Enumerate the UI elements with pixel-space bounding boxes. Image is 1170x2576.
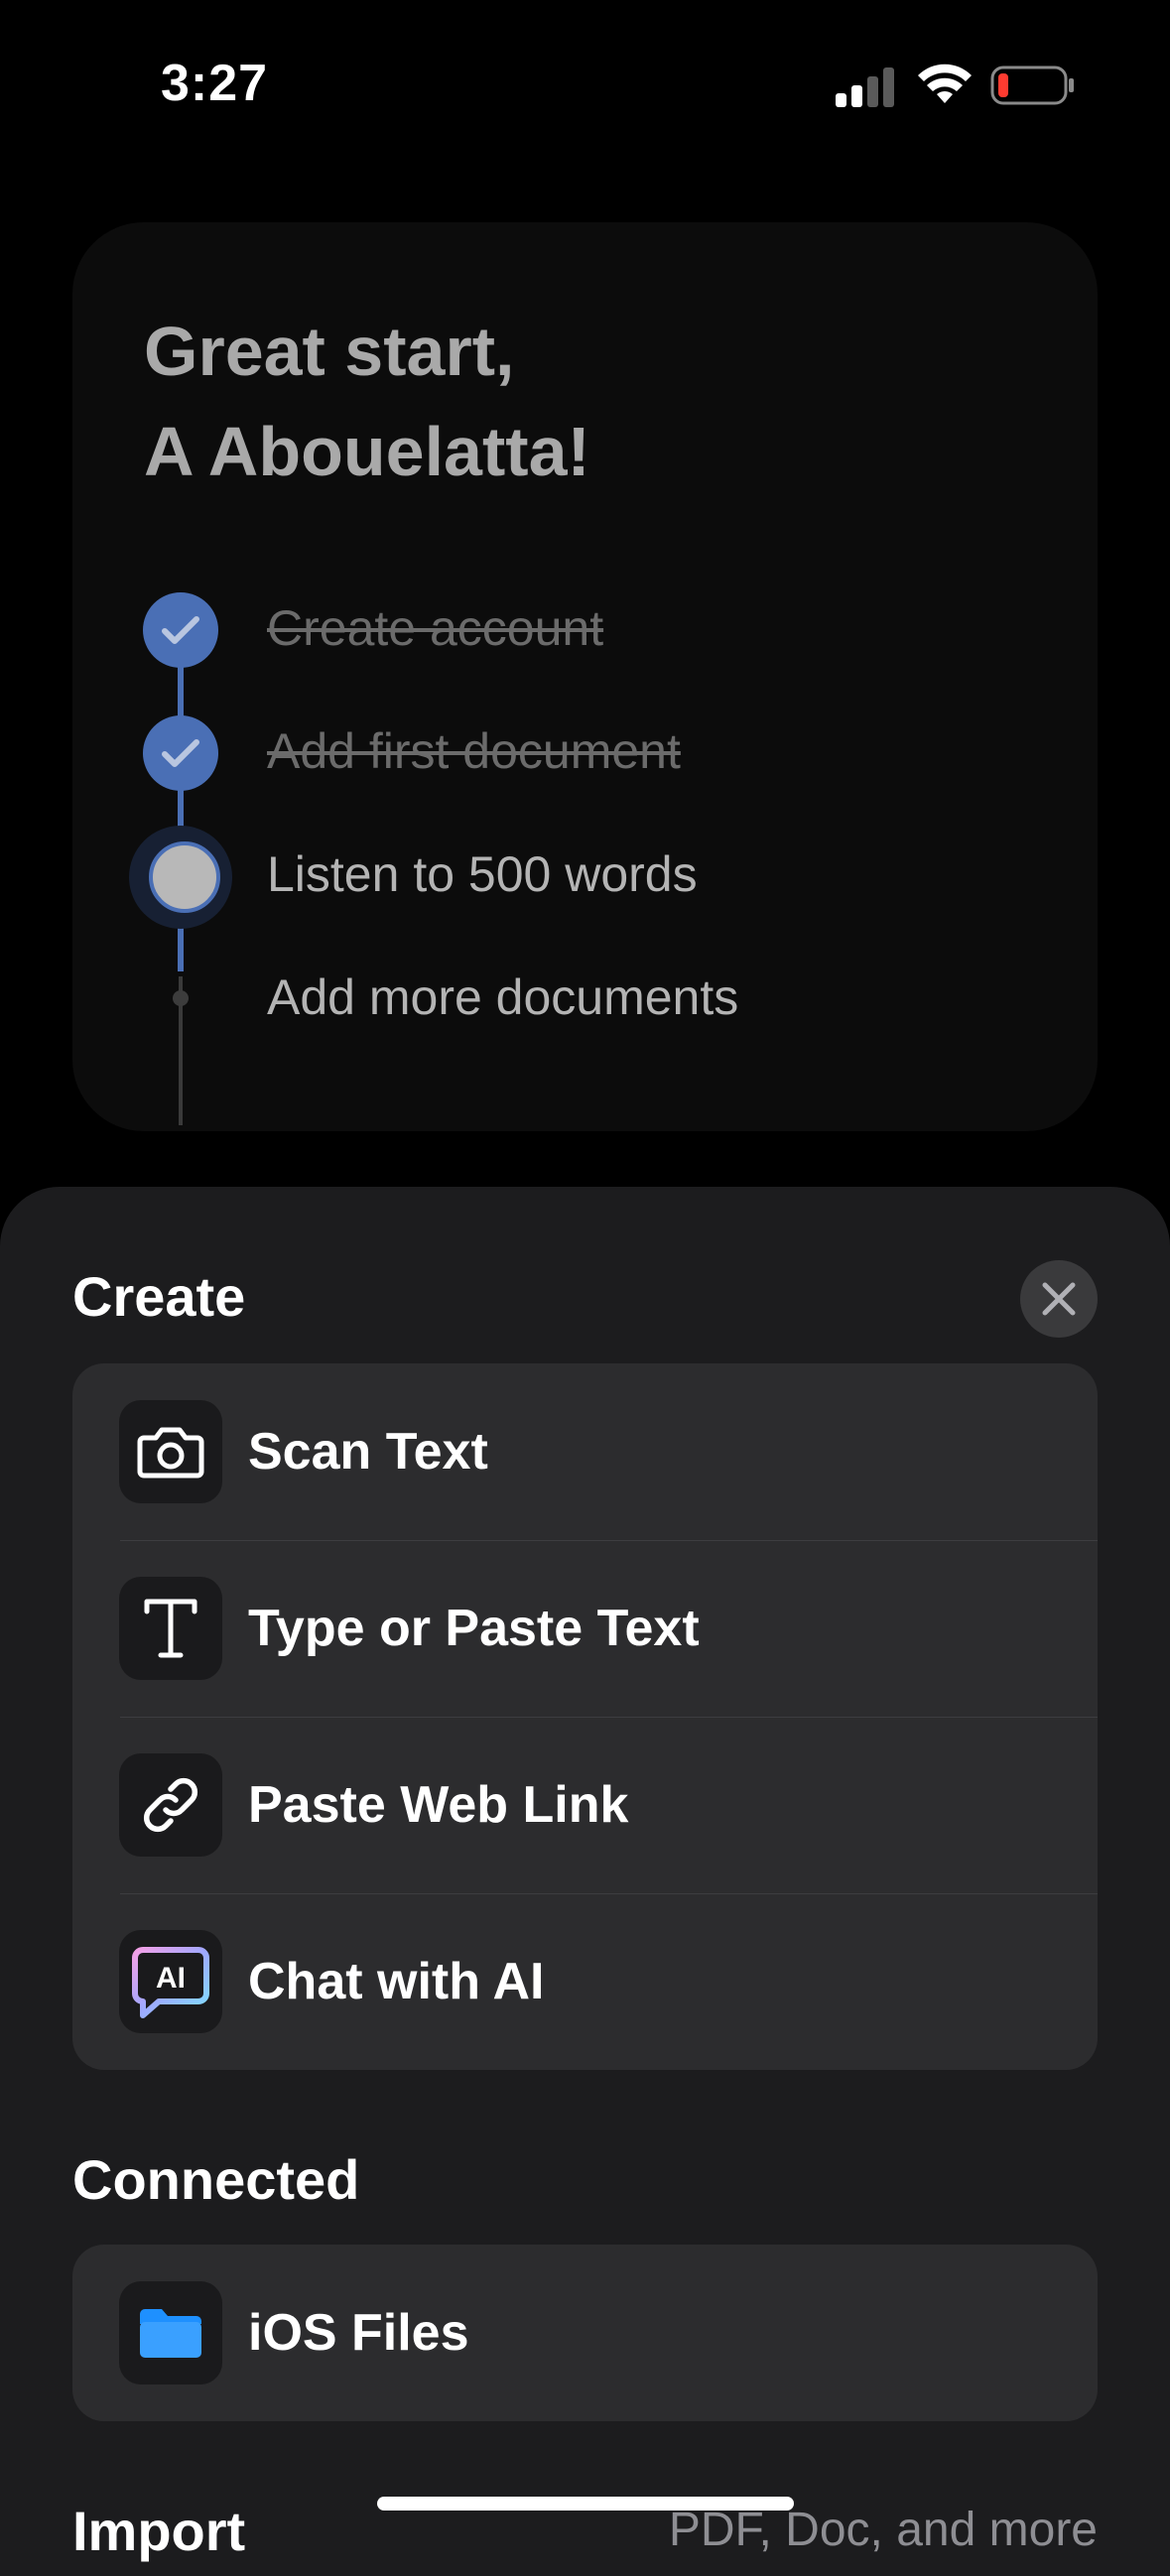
cellular-signal-icon	[836, 67, 894, 107]
type-or-paste-text-label: Type or Paste Text	[248, 1600, 700, 1657]
step-label-add-more-documents: Add more documents	[267, 969, 739, 1025]
home-indicator[interactable]	[377, 2497, 794, 2511]
text-t-icon	[119, 1577, 222, 1680]
onboarding-progress-card: Great start, A Abouelatta! Create accoun…	[72, 222, 1098, 1131]
create-section-title: Create	[72, 1265, 246, 1328]
status-time: 3:27	[161, 55, 269, 112]
step-label-listen-500-words: Listen to 500 words	[267, 846, 698, 902]
status-icons	[834, 62, 1082, 111]
create-bottom-sheet: Create Scan Text Type or Paste Text Past…	[0, 1187, 1170, 2576]
close-button[interactable]	[1020, 1260, 1098, 1338]
import-section-subtitle: PDF, Doc, and more	[668, 2504, 1098, 2556]
link-icon	[119, 1753, 222, 1857]
paste-web-link-button[interactable]: Paste Web Link	[72, 1717, 1098, 1893]
ios-files-button[interactable]: iOS Files	[72, 2245, 1098, 2421]
step-complete-icon	[143, 715, 218, 791]
onboarding-steps: Create account Add first document Listen…	[72, 222, 1098, 1131]
wifi-icon	[918, 64, 972, 103]
step-label-add-first-document: Add first document	[267, 723, 681, 779]
connected-options-list: iOS Files	[72, 2245, 1098, 2421]
battery-icon	[990, 65, 1074, 105]
scan-text-button[interactable]: Scan Text	[72, 1363, 1098, 1540]
scan-text-label: Scan Text	[248, 1423, 488, 1481]
ai-chat-icon: AI	[119, 1930, 222, 2033]
folder-icon	[119, 2281, 222, 2384]
step-label-create-account: Create account	[267, 600, 604, 656]
type-or-paste-text-button[interactable]: Type or Paste Text	[72, 1540, 1098, 1717]
step-complete-icon	[143, 592, 218, 668]
connected-section-title: Connected	[72, 2148, 360, 2211]
paste-web-link-label: Paste Web Link	[248, 1776, 629, 1834]
close-icon	[1042, 1282, 1076, 1316]
svg-text:AI: AI	[156, 1962, 186, 1995]
chat-with-ai-label: Chat with AI	[248, 1953, 545, 2010]
import-section-title: Import	[72, 2500, 246, 2562]
ios-files-label: iOS Files	[248, 2304, 469, 2362]
chat-with-ai-button[interactable]: AI Chat with AI	[72, 1893, 1098, 2070]
camera-icon	[119, 1400, 222, 1503]
step-current-icon	[149, 841, 220, 913]
create-options-list: Scan Text Type or Paste Text Paste Web L…	[72, 1363, 1098, 2070]
status-bar: 3:27	[0, 0, 1170, 169]
step-pending-icon	[173, 990, 189, 1006]
